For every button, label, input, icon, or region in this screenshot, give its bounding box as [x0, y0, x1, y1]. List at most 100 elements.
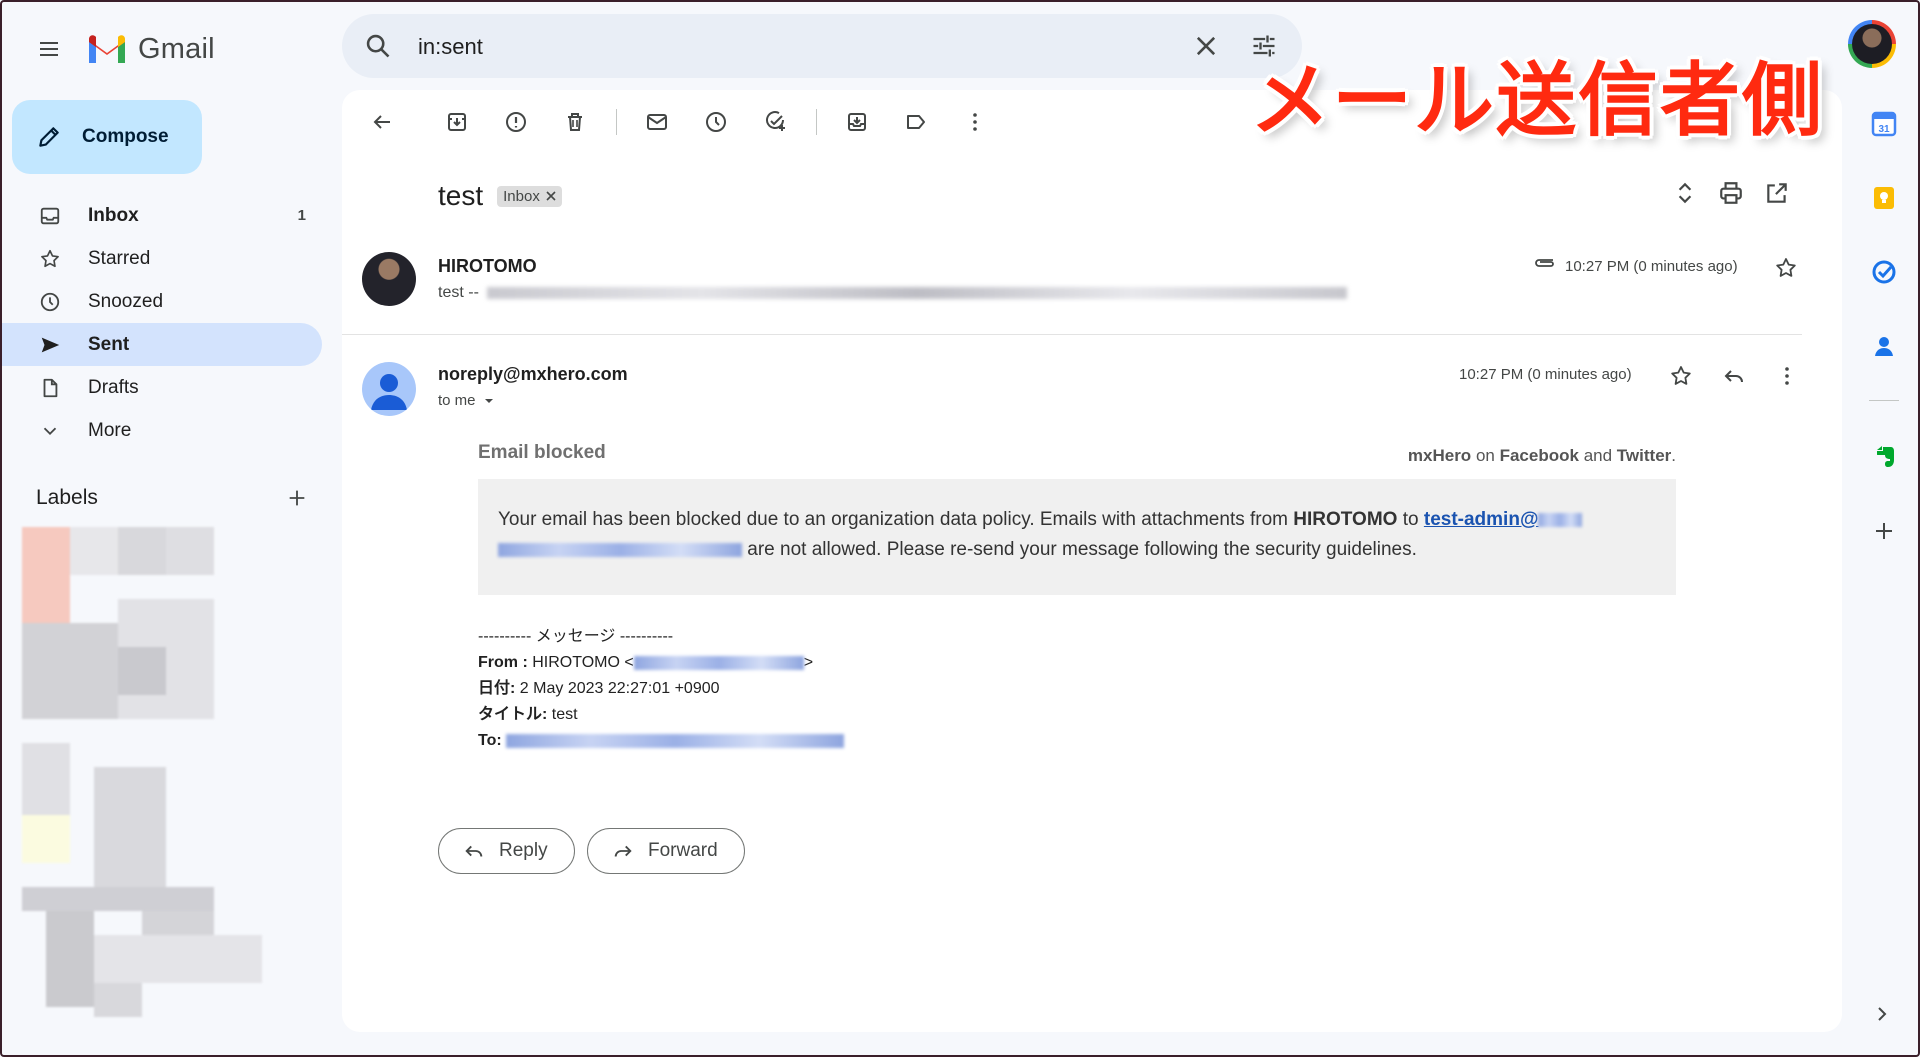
chip-label: Inbox [503, 187, 540, 205]
archive-button[interactable] [435, 100, 479, 144]
sender-email[interactable]: noreply@mxhero.com [438, 364, 628, 385]
search-icon[interactable] [364, 32, 392, 60]
facebook-link[interactable]: Facebook [1500, 446, 1579, 465]
clock-icon [704, 110, 728, 134]
print-icon[interactable] [1718, 180, 1744, 206]
sender-avatar[interactable] [362, 252, 416, 306]
redacted-address[interactable] [498, 542, 742, 557]
send-icon [38, 333, 62, 357]
recipient-text: to me [438, 392, 476, 409]
clear-search-icon[interactable] [1192, 32, 1220, 60]
move-to-inbox-icon [845, 110, 869, 134]
chevron-down-icon [38, 419, 62, 443]
mark-unread-button[interactable] [635, 100, 679, 144]
collapse-side-panel-icon[interactable] [1872, 1004, 1892, 1024]
account-avatar[interactable] [1848, 20, 1896, 68]
archive-icon [445, 110, 469, 134]
sidebar-item-drafts[interactable]: Drafts [0, 366, 322, 409]
message-divider [342, 334, 1802, 335]
gmail-m-icon [86, 33, 128, 65]
arrow-back-icon [370, 110, 394, 134]
back-button[interactable] [360, 100, 404, 144]
forward-button[interactable]: Forward [587, 828, 745, 874]
tasks-app-icon[interactable] [1864, 252, 1904, 292]
redacted-address[interactable] [633, 655, 804, 670]
labels-list-redacted [22, 527, 318, 1017]
gmail-wordmark: Gmail [138, 32, 215, 65]
open-in-new-window-icon[interactable] [1764, 180, 1790, 206]
sidebar-item-label: Drafts [88, 376, 139, 398]
delete-button[interactable] [553, 100, 597, 144]
sidebar-item-starred[interactable]: Starred [0, 237, 322, 280]
sidebar-item-snoozed[interactable]: Snoozed [0, 280, 322, 323]
rail-divider [1869, 400, 1899, 401]
forwarded-title: タイトル: test [478, 706, 578, 723]
brand-name: mxHero [1407, 446, 1472, 465]
inbox-count: 1 [297, 207, 306, 224]
sidebar-item-label: Snoozed [88, 290, 164, 312]
notice-to: to [1402, 509, 1419, 530]
mail-icon [645, 110, 669, 134]
evernote-addon-icon[interactable] [1864, 437, 1904, 477]
reply-icon[interactable] [1722, 364, 1746, 388]
social-line: mxHero on Facebook and Twitter. [1408, 446, 1676, 466]
thread-subject-row: test Inbox [438, 180, 562, 212]
sidebar-item-sent[interactable]: Sent [0, 323, 322, 366]
report-spam-button[interactable] [494, 100, 538, 144]
label-icon [904, 110, 928, 134]
sidebar-item-label: Sent [88, 333, 130, 355]
snippet-prefix: test -- [438, 284, 479, 301]
forwarded-header: ---------- メッセージ ---------- From : HIROT… [478, 624, 845, 754]
move-to-button[interactable] [835, 100, 879, 144]
compose-label: Compose [82, 126, 169, 147]
inbox-label-chip[interactable]: Inbox [497, 185, 562, 207]
redacted-address [1538, 512, 1583, 527]
sender-name[interactable]: HIROTOMO [438, 256, 537, 277]
calendar-app-icon[interactable]: 31 [1864, 104, 1904, 144]
contacts-app-icon[interactable] [1864, 326, 1904, 366]
forwarded-divider: ---------- メッセージ ---------- [478, 628, 674, 645]
account-photo [1852, 24, 1892, 64]
sidebar-nav: Inbox 1 Starred Snoozed Sent Drafts More [0, 194, 322, 452]
blocked-notice-box: Your email has been blocked due to an or… [478, 479, 1676, 595]
gmail-logo[interactable]: Gmail [86, 28, 215, 70]
message-snippet[interactable]: test -- [438, 284, 1348, 302]
star-icon[interactable] [1669, 364, 1693, 388]
add-task-button[interactable] [753, 100, 797, 144]
recipient-link[interactable]: test-admin@ [1424, 509, 1583, 530]
sidebar-item-more[interactable]: More [0, 409, 322, 452]
remove-label-icon[interactable] [546, 191, 556, 201]
add-addon-icon[interactable] [1864, 511, 1904, 551]
search-bar[interactable]: in:sent [342, 14, 1302, 78]
forwarded-from: From : HIROTOMO < > [478, 654, 814, 671]
overlay-caption: メール送信者側 [1250, 54, 1824, 147]
more-vert-icon [963, 110, 987, 134]
thread-subject: test [438, 180, 484, 211]
star-icon[interactable] [1774, 256, 1798, 280]
main-menu-button[interactable] [28, 28, 70, 70]
sidebar-item-label: More [88, 419, 132, 441]
add-label-icon[interactable] [286, 487, 308, 509]
notice-part1: Your email has been blocked due to an or… [498, 509, 1289, 530]
toolbar-divider [816, 109, 817, 135]
reply-button[interactable]: Reply [438, 828, 575, 874]
twitter-link[interactable]: Twitter [1617, 446, 1671, 465]
expand-all-icon[interactable] [1672, 180, 1698, 206]
labels-header: Labels [36, 486, 308, 510]
clock-icon [38, 290, 62, 314]
email-blocked-title: Email blocked [478, 442, 606, 463]
thread-actions [1672, 180, 1790, 206]
compose-button[interactable]: Compose [12, 100, 202, 174]
labels-button[interactable] [894, 100, 938, 144]
more-vert-icon[interactable] [1775, 364, 1799, 388]
svg-text:31: 31 [1878, 124, 1890, 135]
keep-app-icon[interactable] [1864, 178, 1904, 218]
more-actions-button[interactable] [953, 100, 997, 144]
search-input[interactable]: in:sent [418, 34, 483, 60]
recipient-details[interactable]: to me [438, 392, 496, 409]
redacted-address[interactable] [506, 733, 845, 748]
side-panel-rail: 31 [1860, 104, 1908, 585]
sidebar-item-inbox[interactable]: Inbox 1 [0, 194, 322, 237]
snooze-button[interactable] [694, 100, 738, 144]
sender-avatar[interactable] [362, 362, 416, 416]
